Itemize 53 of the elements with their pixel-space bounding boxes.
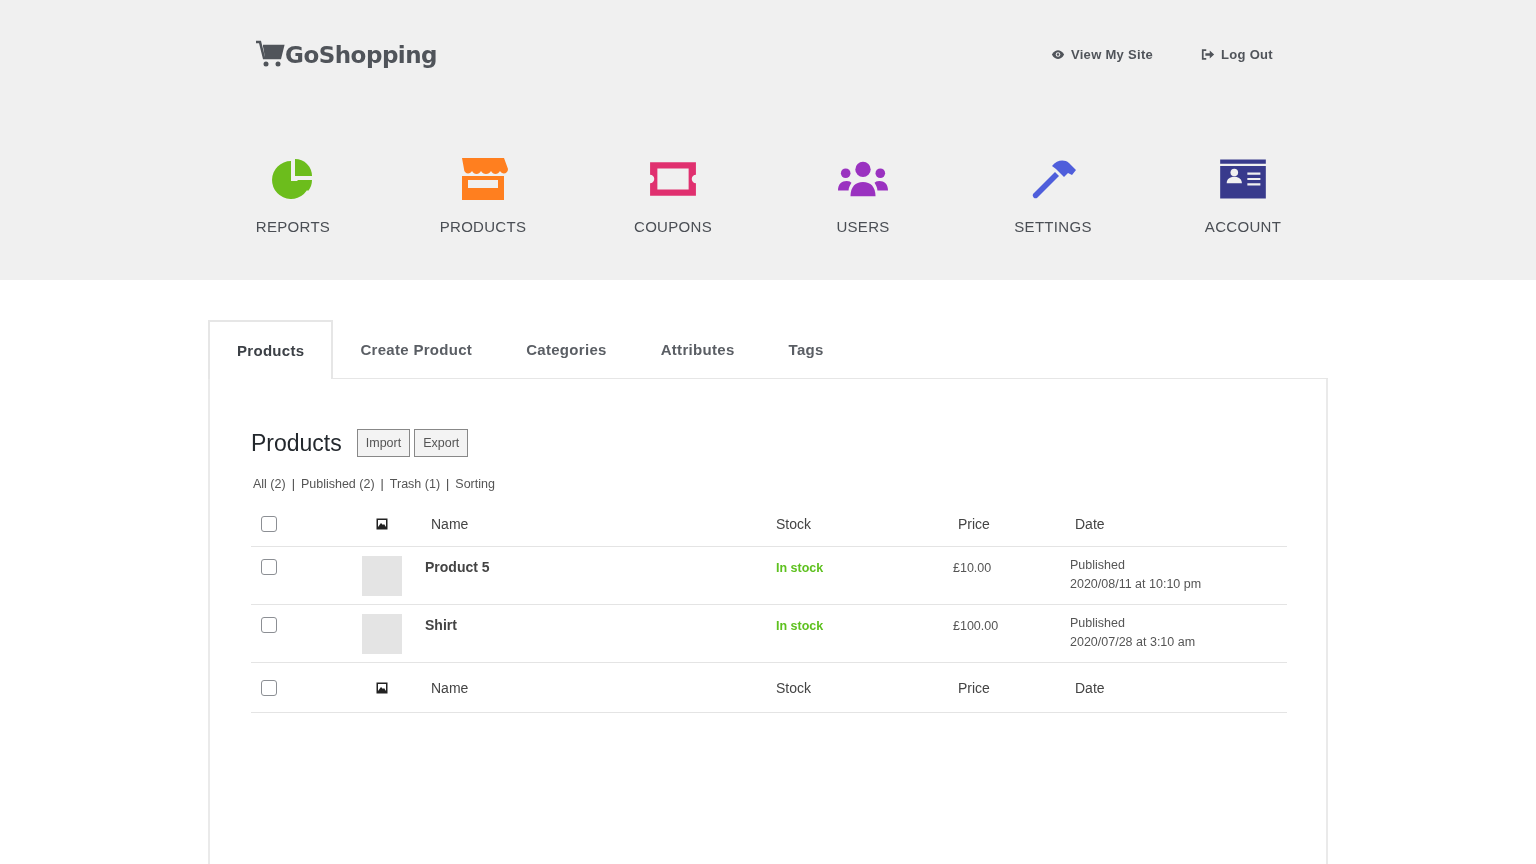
logout-icon <box>1201 48 1216 60</box>
checkbox[interactable] <box>261 515 277 532</box>
separator: | <box>380 477 384 491</box>
photo-placeholder <box>362 614 402 654</box>
product-name-link[interactable]: Product 5 <box>425 559 490 575</box>
price-text: £10.00 <box>953 561 992 575</box>
column-header[interactable]: Name <box>425 679 776 696</box>
action-button[interactable]: Export <box>414 429 469 457</box>
date-text: 2020/08/11 at 10:10 pm <box>1070 577 1203 591</box>
product-name-link[interactable]: Shirt <box>425 617 457 633</box>
separator: | <box>291 477 295 491</box>
nav-item[interactable]: PRODUCTS <box>388 158 578 235</box>
column-header[interactable]: Date <box>1070 515 1287 532</box>
checkbox[interactable] <box>261 617 277 633</box>
header-link[interactable]: View My Site <box>1050 46 1154 62</box>
price-text: £100.00 <box>953 619 999 633</box>
column-header[interactable]: Price <box>953 679 1070 696</box>
status-text: Published <box>1070 616 1126 630</box>
filter-link[interactable]: Published (2) <box>300 477 375 491</box>
cart-icon <box>255 40 285 68</box>
column-header[interactable]: Stock <box>776 515 953 532</box>
nav-item[interactable]: REPORTS <box>198 158 388 235</box>
stock-status: In stock <box>776 561 824 575</box>
checkbox[interactable] <box>261 679 277 696</box>
filter-link[interactable]: Sorting <box>455 477 495 491</box>
date-text: 2020/07/28 at 3:10 am <box>1070 635 1197 649</box>
filter-link[interactable]: All (2) <box>253 477 286 491</box>
header-link[interactable]: Log Out <box>1201 46 1273 62</box>
separator: | <box>446 477 450 491</box>
status-text: Published <box>1070 558 1126 572</box>
column-header[interactable]: Name <box>425 515 776 532</box>
stock-status: In stock <box>776 619 824 633</box>
action-button[interactable]: Import <box>356 429 411 457</box>
column-header[interactable]: Date <box>1070 679 1287 696</box>
filter-link[interactable]: Trash (1) <box>389 477 441 491</box>
nav-item[interactable]: SETTINGS <box>958 158 1148 235</box>
checkbox[interactable] <box>261 559 277 575</box>
tab[interactable]: Products <box>208 320 334 379</box>
page-title: Products <box>251 429 342 457</box>
column-header[interactable]: Stock <box>776 679 953 696</box>
photo-placeholder <box>362 556 402 596</box>
tab[interactable]: Attributes <box>633 320 762 379</box>
tab[interactable]: Create Product <box>333 320 500 379</box>
tab[interactable]: Tags <box>761 320 851 379</box>
tab[interactable]: Categories <box>499 320 634 379</box>
image-icon <box>376 681 388 694</box>
nav-item[interactable]: USERS <box>768 158 958 235</box>
eye-icon <box>1050 48 1065 60</box>
brand-logo[interactable]: GoShopping <box>285 42 438 68</box>
column-header[interactable]: Price <box>953 515 1070 532</box>
image-icon <box>376 517 388 530</box>
nav-item[interactable]: ACCOUNT <box>1148 158 1338 235</box>
nav-item[interactable]: COUPONS <box>578 158 768 235</box>
